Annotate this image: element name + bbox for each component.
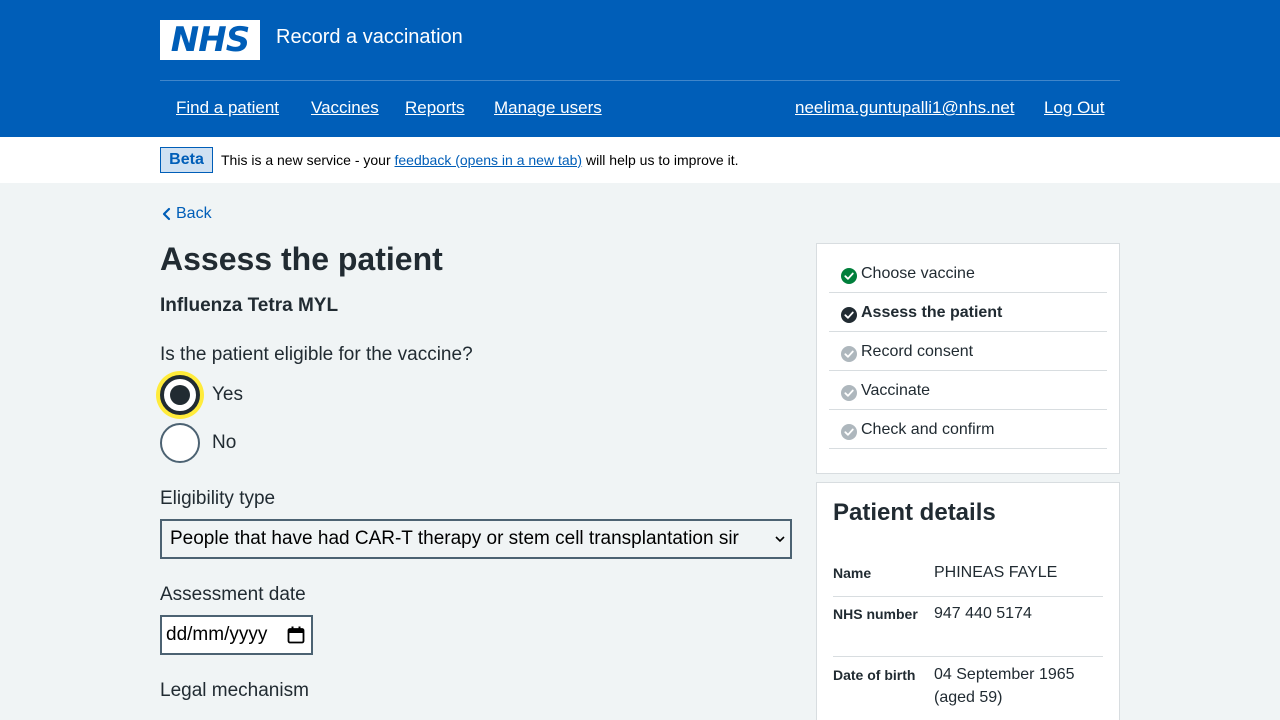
eligibility-type-select[interactable]: People that have had CAR-T therapy or st…: [160, 519, 792, 559]
task-item-vaccinate[interactable]: Vaccinate: [829, 371, 1107, 410]
header-divider: [160, 80, 1120, 81]
vaccine-name: Influenza Tetra MYL: [160, 295, 339, 316]
check-pending-icon: [841, 424, 857, 440]
nav-reports[interactable]: Reports: [405, 97, 465, 119]
task-list-card: Choose vaccine Assess the patient Record…: [816, 243, 1120, 474]
nav-user-email[interactable]: neelima.guntupalli1@nhs.net: [795, 97, 1015, 119]
radio-no[interactable]: [160, 423, 200, 463]
check-pending-icon: [841, 385, 857, 401]
eligibility-type-value: People that have had CAR-T therapy or st…: [170, 528, 739, 549]
beta-message: This is a new service - your feedback (o…: [221, 152, 738, 169]
check-complete-icon: [841, 268, 857, 284]
task-label: Choose vaccine: [861, 265, 975, 282]
beta-text-after: will help us to improve it.: [582, 152, 739, 168]
nav-manage-users[interactable]: Manage users: [494, 97, 602, 119]
radio-yes[interactable]: [160, 375, 200, 415]
assessment-date-label: Assessment date: [160, 584, 306, 605]
task-label: Assess the patient: [861, 304, 1003, 321]
nhs-number-row: NHS number 947 440 5174: [833, 603, 1103, 657]
task-item-choose-vaccine[interactable]: Choose vaccine: [829, 254, 1107, 293]
nav-log-out[interactable]: Log Out: [1044, 97, 1105, 119]
header: NHS Record a vaccination Find a patient …: [0, 0, 1280, 137]
detail-key: Date of birth: [833, 667, 916, 683]
beta-text-before: This is a new service - your: [221, 152, 395, 168]
feedback-link[interactable]: feedback (opens in a new tab): [395, 152, 583, 168]
radio-no-label[interactable]: No: [212, 431, 236, 455]
legal-mechanism-label: Legal mechanism: [160, 680, 309, 701]
patient-name-row: Name PHINEAS FAYLE: [833, 562, 1103, 597]
nav-vaccines[interactable]: Vaccines: [311, 97, 379, 119]
task-label: Vaccinate: [861, 382, 931, 399]
back-label: Back: [176, 205, 212, 222]
nav-find-patient[interactable]: Find a patient: [176, 97, 279, 119]
check-pending-icon: [841, 346, 857, 362]
nhs-logo[interactable]: NHS: [160, 20, 260, 60]
radio-yes-label[interactable]: Yes: [212, 383, 243, 407]
chevron-down-icon: [774, 521, 786, 557]
date-of-birth-row: Date of birth 04 September 1965 (aged 59…: [833, 664, 1103, 720]
eligibility-question-label: Is the patient eligible for the vaccine?: [160, 344, 473, 365]
nhs-logo-text: NHS: [170, 20, 250, 60]
beta-banner: Beta This is a new service - your feedba…: [0, 137, 1280, 183]
page-title: Assess the patient: [160, 241, 443, 277]
detail-key: NHS number: [833, 606, 918, 622]
assessment-date-input[interactable]: dd/mm/yyyy: [160, 615, 313, 655]
task-item-assess-patient[interactable]: Assess the patient: [829, 293, 1107, 332]
back-link[interactable]: Back: [160, 204, 212, 224]
detail-value: 04 September 1965 (aged 59): [934, 666, 1075, 706]
task-label: Check and confirm: [861, 421, 995, 438]
chevron-left-icon: [162, 207, 171, 221]
service-name[interactable]: Record a vaccination: [276, 25, 463, 49]
task-label: Record consent: [861, 343, 974, 360]
task-item-record-consent[interactable]: Record consent: [829, 332, 1107, 371]
eligibility-type-label: Eligibility type: [160, 488, 276, 509]
task-item-check-confirm[interactable]: Check and confirm: [829, 410, 1107, 449]
assessment-date-placeholder: dd/mm/yyyy: [166, 624, 268, 645]
detail-value: PHINEAS FAYLE: [934, 564, 1058, 581]
beta-tag: Beta: [160, 147, 213, 173]
detail-value: 947 440 5174: [934, 605, 1032, 622]
patient-details-title: Patient details: [833, 499, 996, 526]
calendar-icon[interactable]: [287, 626, 305, 644]
detail-key: Name: [833, 565, 872, 581]
check-current-icon: [841, 307, 857, 323]
patient-details-card: Patient details Name PHINEAS FAYLE NHS n…: [816, 482, 1120, 720]
